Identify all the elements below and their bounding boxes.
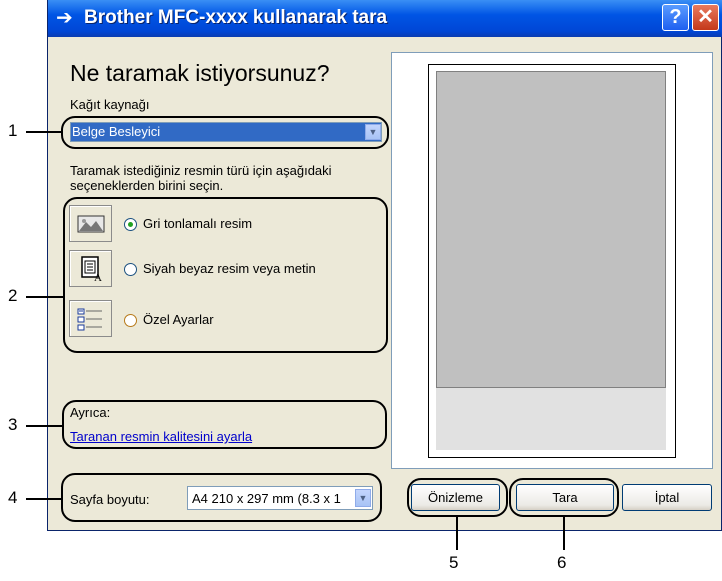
callout-number-4: 4 (8, 488, 18, 507)
callout-box-source (61, 116, 389, 149)
callout-line-3 (26, 425, 63, 427)
callout-line-5 (456, 517, 458, 550)
callout-box-scan (509, 478, 619, 517)
help-button[interactable]: ? (662, 4, 689, 31)
preview-page-bottom (436, 388, 666, 450)
callout-number-5: 5 (449, 553, 459, 572)
close-button[interactable]: ✕ (692, 4, 719, 31)
paper-source-label: Kağıt kaynağı (70, 97, 150, 112)
callout-number-3: 3 (8, 415, 18, 434)
callout-line-6 (563, 517, 565, 550)
callout-number-2: 2 (8, 286, 18, 305)
callout-box-preview (407, 478, 508, 517)
callout-box-also (62, 400, 387, 449)
callout-box-options (63, 197, 388, 353)
instruction-text: Taramak istediğiniz resmin türü için aşa… (70, 163, 332, 193)
scan-arrow-icon: ➔ (56, 7, 73, 29)
callout-line-1 (26, 131, 62, 133)
preview-image (436, 71, 666, 388)
callout-line-2 (26, 296, 64, 298)
page-title: Ne taramak istiyorsunuz? (70, 60, 330, 86)
window-title: Brother MFC-xxxx kullanarak tara (84, 7, 388, 28)
callout-line-4 (26, 498, 62, 500)
callout-number-6: 6 (557, 553, 567, 572)
callout-number-1: 1 (8, 121, 18, 140)
callout-box-page-size (61, 473, 382, 522)
cancel-button[interactable]: İptal (622, 484, 712, 511)
